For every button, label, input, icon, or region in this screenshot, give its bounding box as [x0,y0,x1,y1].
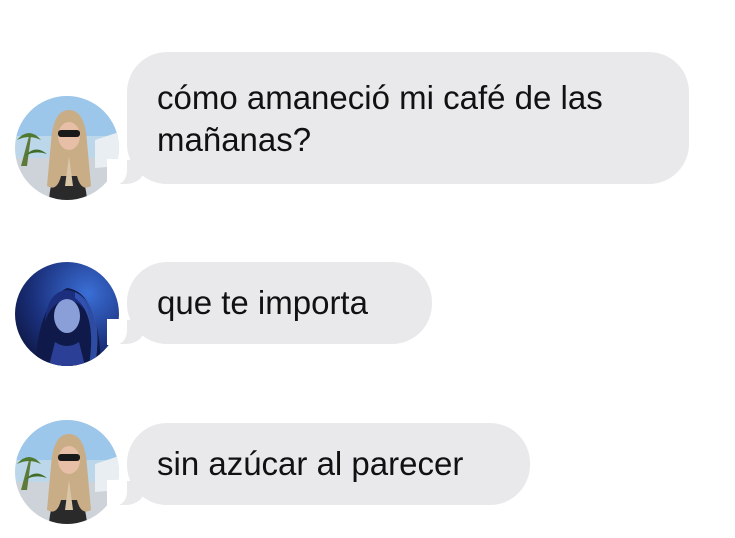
message-thread: cómo amaneció mi café de las mañanas? qu… [0,0,735,538]
avatar-blonde-woman-beach-icon [15,420,119,524]
received-message-bubble[interactable]: cómo amaneció mi café de las mañanas? [107,52,689,185]
message-text: que te importa [157,284,368,321]
avatar[interactable] [15,96,119,200]
received-message-bubble[interactable]: sin azúcar al parecer [107,423,530,506]
avatar-woman-blue-light-icon [15,262,119,366]
avatar[interactable] [15,420,119,524]
avatar[interactable] [15,262,119,366]
message-text: sin azúcar al parecer [157,445,464,482]
avatar-blonde-woman-beach-icon [15,96,119,200]
received-message-bubble[interactable]: que te importa [107,262,432,345]
message-text: cómo amaneció mi café de las mañanas? [157,79,603,158]
